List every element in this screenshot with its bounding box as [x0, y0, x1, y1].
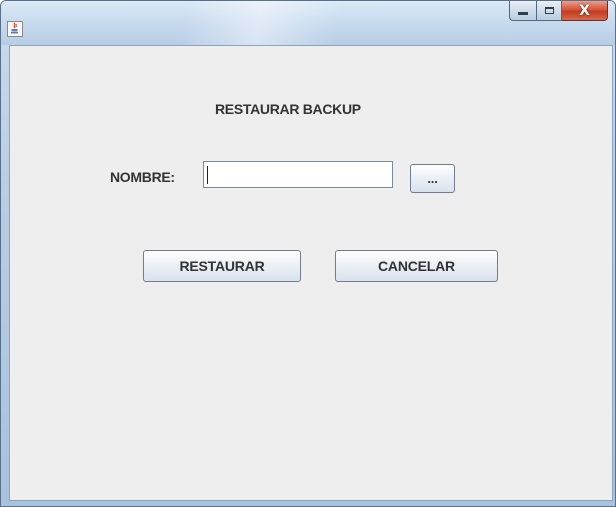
minimize-button[interactable] [509, 1, 536, 21]
name-input[interactable] [203, 161, 393, 188]
java-coffee-icon[interactable] [7, 21, 23, 37]
app-window: X RESTAURAR BACKUP NOMBRE: ... RESTAURAR… [0, 0, 616, 507]
maximize-button[interactable] [536, 1, 562, 21]
name-label: NOMBRE: [110, 169, 175, 185]
dialog-heading: RESTAURAR BACKUP [215, 101, 361, 117]
cancel-button[interactable]: CANCELAR [335, 250, 498, 282]
window-controls: X [509, 1, 608, 23]
minimize-icon [518, 12, 528, 15]
browse-button[interactable]: ... [410, 164, 455, 193]
title-bar[interactable]: X [1, 1, 615, 45]
restore-button[interactable]: RESTAURAR [143, 250, 301, 282]
close-button[interactable]: X [562, 1, 608, 21]
maximize-icon [544, 7, 554, 14]
text-caret [207, 166, 208, 184]
close-icon: X [579, 2, 590, 19]
dialog-content: RESTAURAR BACKUP NOMBRE: ... RESTAURAR C… [9, 45, 613, 501]
